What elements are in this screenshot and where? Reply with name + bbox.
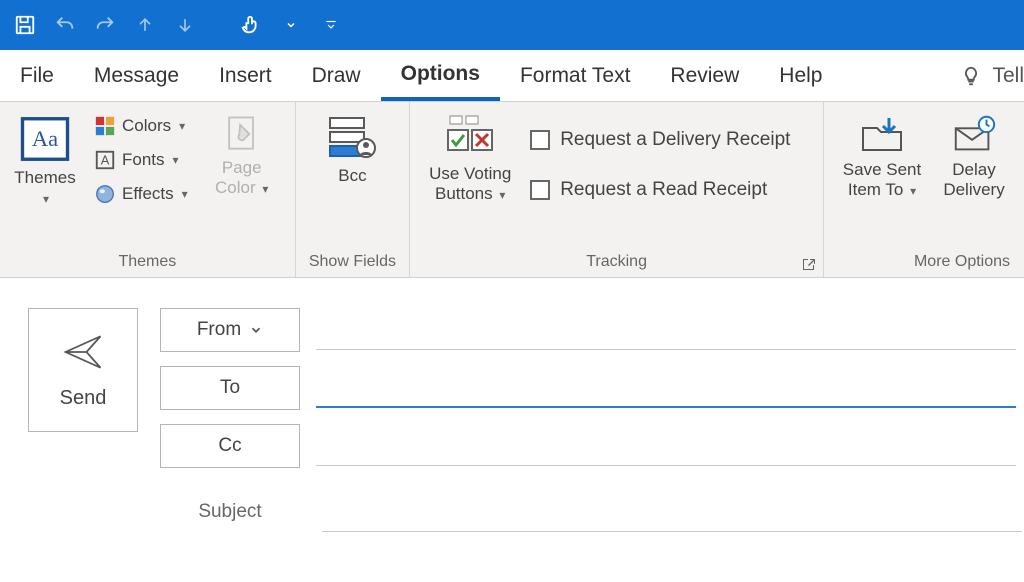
tell-me[interactable]: Tell bbox=[948, 64, 1024, 88]
fonts-icon: A bbox=[94, 149, 116, 171]
group-themes: Aa Themes▾ Colors▾ A Fonts▾ bbox=[0, 102, 296, 277]
colors-button[interactable]: Colors▾ bbox=[90, 110, 192, 142]
dialog-launcher-icon[interactable] bbox=[801, 257, 817, 273]
touch-mode-dropdown-icon[interactable] bbox=[274, 8, 308, 42]
page-color-button[interactable]: PageColor ▾ bbox=[202, 108, 282, 199]
tab-format-text[interactable]: Format Text bbox=[500, 50, 650, 101]
effects-icon bbox=[94, 183, 116, 205]
group-show-fields: Bcc Show Fields bbox=[296, 102, 411, 277]
cc-field[interactable] bbox=[316, 426, 1016, 466]
tab-file[interactable]: File bbox=[0, 50, 74, 101]
to-field[interactable] bbox=[316, 368, 1016, 408]
from-field[interactable] bbox=[316, 310, 1016, 350]
tab-help[interactable]: Help bbox=[759, 50, 842, 101]
next-item-icon[interactable] bbox=[168, 8, 202, 42]
bcc-button[interactable]: Bcc bbox=[313, 108, 391, 186]
compose-pane: Send From To Cc Subject bbox=[0, 278, 1024, 532]
group-label-themes: Themes bbox=[10, 251, 285, 275]
group-tracking: Use VotingButtons ▾ Request a Delivery R… bbox=[410, 102, 824, 277]
previous-item-icon[interactable] bbox=[128, 8, 162, 42]
colors-icon bbox=[94, 115, 116, 137]
undo-icon[interactable] bbox=[48, 8, 82, 42]
redo-icon[interactable] bbox=[88, 8, 122, 42]
tab-insert[interactable]: Insert bbox=[199, 50, 292, 101]
checkbox-icon bbox=[530, 130, 550, 150]
bcc-icon bbox=[324, 112, 380, 164]
save-icon[interactable] bbox=[8, 8, 42, 42]
request-delivery-receipt-checkbox[interactable]: Request a Delivery Receipt bbox=[530, 122, 790, 158]
delay-delivery-icon bbox=[950, 112, 998, 158]
group-more-options: Save SentItem To ▾ DelayDelivery More Op… bbox=[824, 102, 1024, 277]
svg-text:A: A bbox=[101, 153, 110, 168]
themes-icon: Aa bbox=[18, 112, 72, 166]
subject-field[interactable] bbox=[322, 492, 1022, 532]
fonts-button[interactable]: A Fonts▾ bbox=[90, 144, 192, 176]
from-button[interactable]: From bbox=[160, 308, 300, 352]
ribbon-options: Aa Themes▾ Colors▾ A Fonts▾ bbox=[0, 102, 1024, 278]
chevron-down-icon bbox=[249, 323, 263, 337]
save-sent-item-to-button[interactable]: Save SentItem To ▾ bbox=[834, 108, 930, 201]
send-button[interactable]: Send bbox=[28, 308, 138, 432]
save-sent-icon bbox=[857, 112, 907, 158]
cc-button[interactable]: Cc bbox=[160, 424, 300, 468]
page-color-icon bbox=[220, 112, 264, 156]
group-label-show-fields: Show Fields bbox=[306, 251, 400, 275]
tab-message[interactable]: Message bbox=[74, 50, 199, 101]
touch-mode-icon[interactable] bbox=[234, 8, 268, 42]
checkbox-icon bbox=[530, 180, 550, 200]
use-voting-buttons-button[interactable]: Use VotingButtons ▾ bbox=[420, 108, 520, 205]
send-icon bbox=[62, 331, 104, 373]
quick-access-toolbar bbox=[0, 0, 1024, 50]
tab-review[interactable]: Review bbox=[650, 50, 759, 101]
svg-text:Aa: Aa bbox=[32, 126, 58, 151]
group-label-tracking: Tracking bbox=[420, 251, 813, 275]
group-label-more-options: More Options bbox=[834, 251, 1014, 275]
effects-button[interactable]: Effects▾ bbox=[90, 178, 192, 210]
ribbon-tabstrip: File Message Insert Draw Options Format … bbox=[0, 50, 1024, 102]
request-read-receipt-checkbox[interactable]: Request a Read Receipt bbox=[530, 172, 790, 208]
subject-label: Subject bbox=[160, 501, 300, 523]
customize-qat-icon[interactable] bbox=[314, 8, 348, 42]
to-button[interactable]: To bbox=[160, 366, 300, 410]
tab-options[interactable]: Options bbox=[381, 50, 500, 101]
tab-draw[interactable]: Draw bbox=[292, 50, 381, 101]
tell-me-label: Tell bbox=[992, 64, 1024, 88]
delay-delivery-button[interactable]: DelayDelivery bbox=[934, 108, 1014, 200]
voting-icon bbox=[442, 112, 498, 162]
themes-button[interactable]: Aa Themes▾ bbox=[10, 108, 80, 209]
lightbulb-icon bbox=[960, 65, 982, 87]
